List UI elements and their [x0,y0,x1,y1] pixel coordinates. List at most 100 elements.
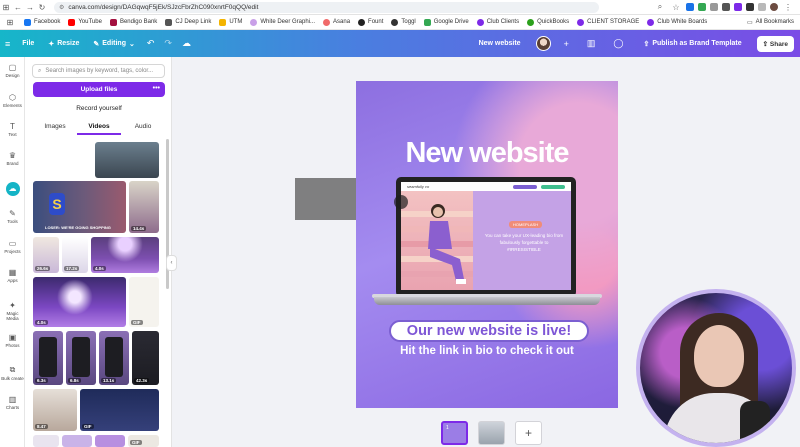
bookmark[interactable]: CLIENT STORAGE [577,18,639,26]
undo-icon[interactable]: ↶ [142,38,160,49]
video-thumbnail[interactable]: 17.2s [62,237,88,273]
bookmark[interactable]: Bendigo Bank [109,18,157,26]
video-thumbnail[interactable]: 6.3s [33,331,63,385]
site-info-icon[interactable]: ⚙ [59,4,64,11]
video-thumbnail[interactable]: 14.4s [129,181,159,233]
tab-images[interactable]: Images [33,121,77,135]
video-thumbnail[interactable] [62,435,92,447]
redo-icon[interactable]: ↷ [159,38,177,49]
upload-files-button[interactable]: Upload files ••• [33,82,165,97]
photo-icon: ▣ [8,333,17,342]
video-thumbnail[interactable]: GIF [80,389,159,431]
chart-icon: ▥ [8,395,17,404]
extension-icon[interactable] [686,3,694,11]
extension-icon[interactable] [710,3,718,11]
rail-photos[interactable]: ▣ Photos [0,333,25,348]
page-thumbnail-1[interactable]: 1 [441,421,468,445]
file-menu[interactable]: File [15,40,41,47]
page-thumbnail-2[interactable] [478,421,505,445]
bookmark[interactable]: Google Drive [423,18,469,26]
rail-uploads[interactable]: ☁ [0,182,25,197]
video-thumbnail[interactable]: S LOSER: WE'RE GOING SHOPPING [33,181,126,233]
video-thumbnail[interactable]: 8.47 [33,389,77,431]
rail-brand[interactable]: ♛ Brand [0,151,25,166]
video-thumbnail[interactable]: 4.0s [33,277,126,327]
bookmark[interactable]: Facebook [24,18,60,26]
publish-brand-template-button[interactable]: ⇪ Publish as Brand Template [636,40,748,48]
reload-icon[interactable]: ↻ [36,3,48,12]
tab-videos[interactable]: Videos [77,121,121,135]
share-button[interactable]: ⇪ Share [756,35,794,52]
rail-magic-media[interactable]: ✦ Magic Media [0,301,25,321]
more-options-icon[interactable]: ••• [153,85,160,92]
record-yourself-button[interactable]: Record yourself [33,101,165,115]
bookmark[interactable]: Club Clients [476,18,519,26]
share-icon: ⇪ [762,40,770,48]
bookmark-icon [24,18,31,26]
video-thumbnail[interactable] [95,142,159,178]
video-thumbnail[interactable] [95,435,125,447]
video-thumbnail[interactable]: 6.8s [66,331,96,385]
bookmark[interactable]: Asana [323,18,350,26]
back-icon[interactable]: ← [12,3,24,12]
folder-icon: ▭ [8,239,17,248]
extension-icon[interactable] [698,3,706,11]
zoom-icon[interactable]: ⌕ [654,2,666,12]
rail-text[interactable]: T Text [0,122,25,137]
bookmark[interactable]: YouTube [68,18,102,26]
rail-elements[interactable]: ⬡ Elements [0,93,25,108]
video-thumbnail[interactable]: 13.1s [99,331,129,385]
announcement-pill[interactable]: Our new website is live! [389,320,589,342]
extension-icon[interactable] [746,3,754,11]
video-thumbnail[interactable]: GIF [128,435,159,447]
rail-charts[interactable]: ▥ Charts [0,395,25,410]
collapse-panel-button[interactable]: ‹ [166,255,177,271]
add-page-button[interactable]: + [515,421,542,445]
bookmark[interactable]: Club White Boards [647,18,707,26]
video-thumbnail[interactable]: 42.3s [132,331,159,385]
video-thumbnail[interactable] [33,435,59,447]
design-page[interactable]: New website seamfully co HOMEPLASH You c… [356,81,618,408]
star-icon[interactable]: ☆ [670,3,682,12]
video-caption: LOSER: WE'RE GOING SHOPPING [45,225,111,230]
apps-icon[interactable]: ⊞ [4,18,16,27]
profile-avatar-icon[interactable] [770,3,778,11]
forward-icon[interactable]: → [24,3,36,12]
plus-icon[interactable]: + [559,39,574,49]
address-bar[interactable]: ⚙ canva.com/design/DAGqwqF5jEk/SJzcFbrZh… [54,1,599,13]
extension-icon[interactable] [758,3,766,11]
extension-icon[interactable] [734,3,742,11]
design-subtitle[interactable]: Hit the link in bio to check it out [356,345,618,357]
comment-icon[interactable]: ◯ [608,38,628,49]
bookmarks-bar: ⊞ Facebook YouTube Bendigo Bank CJ Deep … [0,15,800,30]
bookmark[interactable]: Toggl [391,18,416,26]
video-thumbnail[interactable]: 4.0s [91,237,159,273]
cloud-saved-icon[interactable]: ☁ [177,38,196,49]
video-thumbnail[interactable]: GIF [129,277,159,327]
apps-grid-icon[interactable]: ⊞ [0,3,12,12]
all-bookmarks[interactable]: ▭ All Bookmarks [747,19,800,26]
editing-mode-button[interactable]: ✎ Editing ⌄ [86,40,141,48]
document-title[interactable]: New website [472,40,528,47]
video-thumbnail[interactable]: 26.6s [33,237,59,273]
tab-audio[interactable]: Audio [121,121,165,135]
menu-icon[interactable]: ⋮ [782,3,794,12]
design-title[interactable]: New website [356,137,618,170]
search-input[interactable]: ⌕ Search images by keyword, tags, color..… [32,64,165,78]
rail-apps[interactable]: ▦ Apps [0,268,25,283]
bookmark[interactable]: UTM [219,18,242,26]
resize-button[interactable]: ✦ Resize [41,40,86,48]
rail-tools[interactable]: ✎ Tools [0,209,25,224]
bookmark[interactable]: CJ Deep Link [165,18,211,26]
extension-icon[interactable] [722,3,730,11]
bookmark[interactable]: Fount [358,18,383,26]
dragged-element-placeholder[interactable] [295,178,365,220]
rail-bulk-create[interactable]: ⧉ Bulk create [0,365,25,381]
rail-projects[interactable]: ▭ Projects [0,239,25,254]
analytics-icon[interactable]: ▥ [582,38,601,49]
bookmark[interactable]: White Deer Graphi... [250,18,315,26]
rail-design[interactable]: ▢ Design [0,63,25,78]
hamburger-menu-icon[interactable]: ≡ [0,39,15,49]
bookmark[interactable]: QuickBooks [527,18,569,26]
avatar[interactable] [535,36,551,51]
